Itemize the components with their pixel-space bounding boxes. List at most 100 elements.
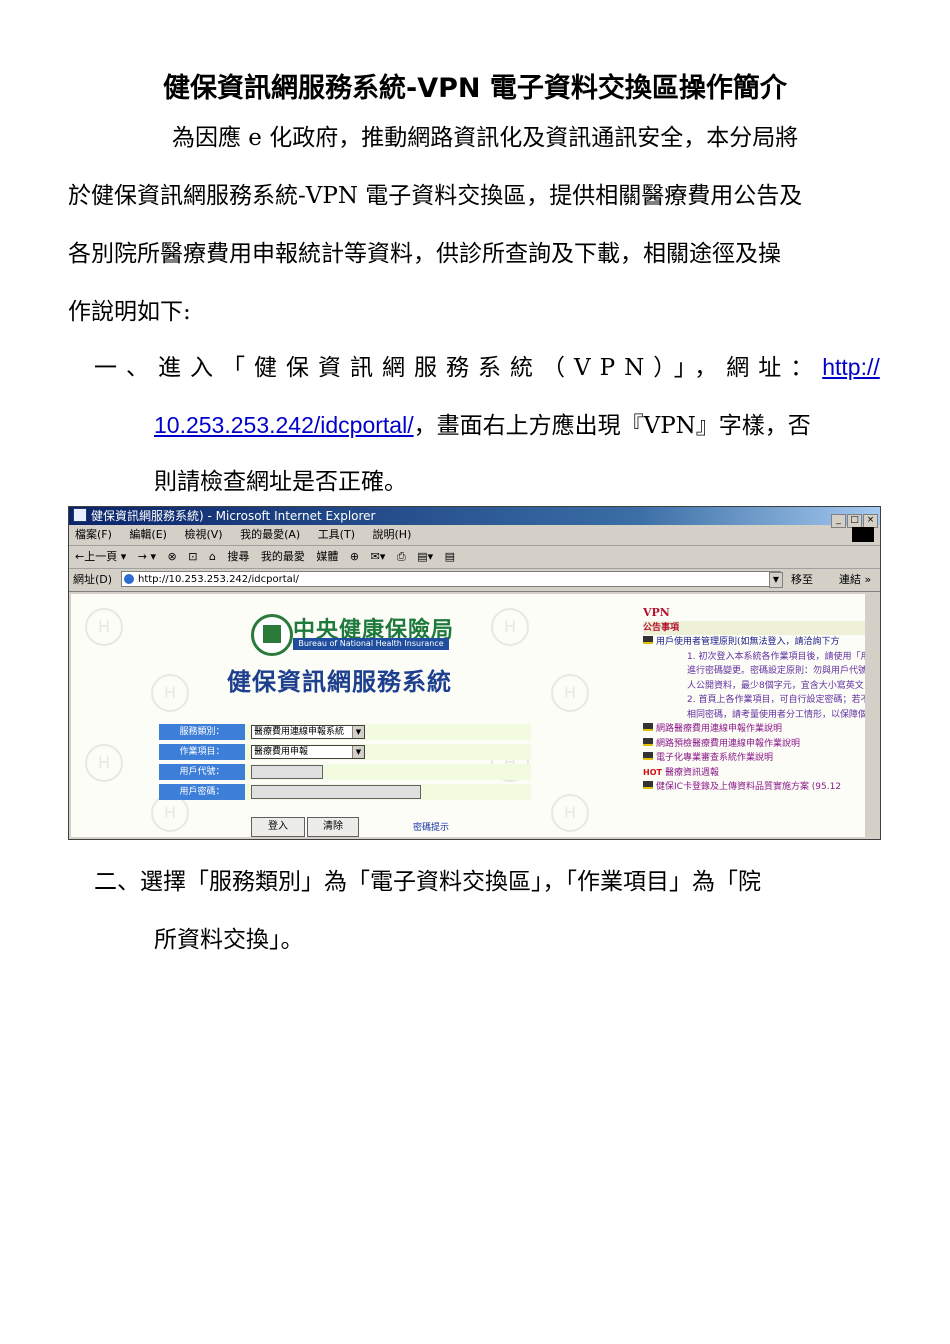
links-button[interactable]: 連結 » (839, 569, 871, 591)
go-button[interactable]: 移至 (791, 569, 813, 591)
flag-icon (643, 752, 653, 760)
flag-icon (643, 781, 653, 789)
password-hint-link[interactable]: 密碼提示 (413, 820, 449, 833)
news-item-text: 醫療資訊週報 (664, 767, 719, 778)
edit-icon[interactable]: ▤▾ (417, 550, 433, 563)
system-title: 健保資訊網服務系統 (227, 667, 452, 696)
mail-icon[interactable]: ✉▾ (371, 550, 386, 563)
windows-logo-icon (852, 527, 874, 542)
news-item[interactable]: 網路預檢醫療費用連線申報作業說明 (643, 737, 865, 752)
intro-line-3: 各別院所醫療費用申報統計等資料，供診所查詢及下載，相關途徑及操 (68, 241, 781, 267)
url-link-part2[interactable]: 10.253.253.242/idcportal/ (154, 412, 414, 438)
discuss-icon[interactable]: ▤ (445, 550, 455, 563)
portal-page: H H H H H H H H 中央健康保險局 Bureau of Nation… (71, 594, 865, 837)
watermark-icon: H (85, 744, 123, 782)
refresh-icon[interactable]: ⊡ (188, 550, 197, 563)
ie-icon (73, 508, 87, 522)
task-select[interactable]: 醫療費用申報 ▼ (251, 745, 365, 759)
step1-line-1: 一、進入「健保資訊網服務系統（VPN）」，網址：http:// (94, 348, 880, 382)
nhi-logo-icon (251, 614, 293, 656)
history-icon[interactable]: ⊕ (350, 550, 359, 563)
news-item-text: 用戶使用者管理原則(如無法登入，請洽詢下方 (656, 637, 840, 647)
document-title: 健保資訊網服務系統-VPN 電子資料交換區操作簡介 (163, 73, 787, 104)
step1-line-3: 則請檢查網址是否正確。 (154, 469, 407, 495)
password-label: 用戶密碼： (159, 784, 245, 800)
news-panel: VPN 公告事項 用戶使用者管理原則(如無法登入，請洽詢下方 1. 初次登入本系… (643, 606, 865, 795)
watermark-icon: H (491, 608, 529, 646)
media-button[interactable]: 媒體 (316, 550, 338, 563)
task-value: 醫療費用申報 (254, 747, 309, 757)
service-select[interactable]: 醫療費用連線申報系統 ▼ (251, 725, 365, 739)
service-value: 醫療費用連線申報系統 (254, 727, 345, 737)
search-button[interactable]: 搜尋 (227, 550, 249, 563)
news-item-text: 網路預檢醫療費用連線申報作業說明 (656, 738, 801, 749)
menu-file[interactable]: 檔案(F) (75, 528, 112, 541)
stop-icon[interactable]: ⊗ (168, 550, 177, 563)
print-icon[interactable]: ⎙ (397, 550, 406, 563)
news-item[interactable]: 電子化專業審查系統作業說明 (643, 751, 865, 766)
address-value: http://10.253.253.242/idcportal/ (138, 574, 299, 585)
step2-line-1: 二、選擇「服務類別」為「電子資料交換區」，「作業項目」為「院 (94, 869, 761, 895)
window-titlebar: 健保資訊網服務系統) - Microsoft Internet Explorer… (69, 507, 880, 528)
watermark-icon: H (551, 674, 589, 712)
watermark-icon: H (85, 608, 123, 646)
favorites-button[interactable]: 我的最愛 (261, 550, 305, 563)
news-item[interactable]: HOT 醫療資訊週報 (643, 766, 865, 781)
intro-line-1: 為因應 e 化政府，推動網路資訊化及資訊通訊安全，本分局將 (172, 125, 799, 151)
password-row: 用戶密碼： (159, 784, 531, 800)
menu-bar: 檔案(F) 編輯(E) 檢視(V) 我的最愛(A) 工具(T) 說明(H) (69, 525, 880, 546)
vpn-mark: VPN (643, 606, 670, 619)
window-title: 健保資訊網服務系統) - Microsoft Internet Explorer (91, 509, 376, 523)
intro-line-4: 作說明如下: (68, 299, 191, 325)
news-item-text: 網路醫療費用連線申報作業說明 (656, 724, 783, 734)
flag-icon (643, 636, 653, 644)
user-row: 用戶代號： (159, 764, 531, 780)
user-id-input[interactable] (251, 765, 323, 779)
password-input[interactable] (251, 785, 421, 799)
hot-badge: HOT (643, 767, 662, 777)
address-dropdown-icon[interactable]: ▼ (769, 572, 783, 588)
news-subitem: 1. 初次登入本系統各作業項目後，請使用「用 (687, 651, 865, 662)
task-label: 作業項目： (159, 744, 245, 760)
news-subitem: 進行密碼變更。密碼設定原則：勿與用戶代號 (687, 666, 865, 676)
menu-tools[interactable]: 工具(T) (318, 528, 355, 541)
page-icon (124, 574, 134, 584)
step1-line-2: 10.253.253.242/idcportal/，畫面右上方應出現『VPN』字… (154, 406, 811, 440)
step2-line-2: 所資料交換」。 (154, 927, 304, 953)
news-item-text: 電子化專業審查系統作業說明 (656, 753, 774, 763)
watermark-icon: H (551, 794, 589, 832)
menu-view[interactable]: 檢視(V) (184, 528, 222, 541)
address-input[interactable]: http://10.253.253.242/idcportal/ (121, 571, 781, 587)
service-label: 服務類別： (159, 724, 245, 740)
clear-button[interactable]: 清除 (307, 817, 359, 837)
back-button[interactable]: ←上一頁 ▾ (75, 550, 126, 563)
chevron-down-icon: ▼ (352, 726, 364, 738)
address-label: 網址(D) (73, 573, 113, 586)
step1-suffix: ，畫面右上方應出現『VPN』字樣，否 (413, 413, 811, 439)
news-item[interactable]: 網路醫療費用連線申報作業說明 (643, 722, 865, 737)
intro-line-2: 於健保資訊網服務系統-VPN 電子資料交換區，提供相關醫療費用公告及 (68, 183, 803, 209)
toolbar: ←上一頁 ▾ → ▾ ⊗ ⊡ ⌂ 搜尋 我的最愛 媒體 ⊕ ✉▾ ⎙ ▤▾ ▤ (69, 546, 880, 569)
watermark-icon: H (151, 674, 189, 712)
task-row: 作業項目： 醫療費用申報 ▼ (159, 744, 531, 760)
user-label: 用戶代號： (159, 764, 245, 780)
logo-subtitle: Bureau of National Health Insurance (293, 638, 449, 650)
service-row: 服務類別： 醫療費用連線申報系統 ▼ (159, 724, 531, 740)
chevron-down-icon: ▼ (352, 746, 364, 758)
news-heading: 公告事項 (643, 620, 865, 635)
news-item-text: 健保IC卡登錄及上傳資料品質實施方案 (95.12 (656, 782, 842, 792)
news-item[interactable]: 用戶使用者管理原則(如無法登入，請洽詢下方 (643, 635, 865, 650)
login-button[interactable]: 登入 (251, 817, 305, 837)
menu-help[interactable]: 說明(H) (373, 528, 412, 541)
home-icon[interactable]: ⌂ (209, 550, 216, 563)
news-subitem: 相同密碼，請考量使用者分工情形，以保障個 (687, 709, 865, 720)
flag-icon (643, 723, 653, 731)
forward-button[interactable]: → ▾ (138, 550, 156, 563)
step1-prefix: 一、進入「健保資訊網服務系統（VPN）」，網址： (94, 355, 823, 381)
news-item[interactable]: 健保IC卡登錄及上傳資料品質實施方案 (95.12 (643, 780, 865, 795)
menu-favorites[interactable]: 我的最愛(A) (240, 528, 300, 541)
news-subitem: 人公開資料，最少8個字元，宜含大小寫英文 (687, 680, 864, 691)
flag-icon (643, 737, 653, 746)
menu-edit[interactable]: 編輯(E) (129, 528, 167, 541)
url-link-part1[interactable]: http:// (822, 354, 880, 380)
